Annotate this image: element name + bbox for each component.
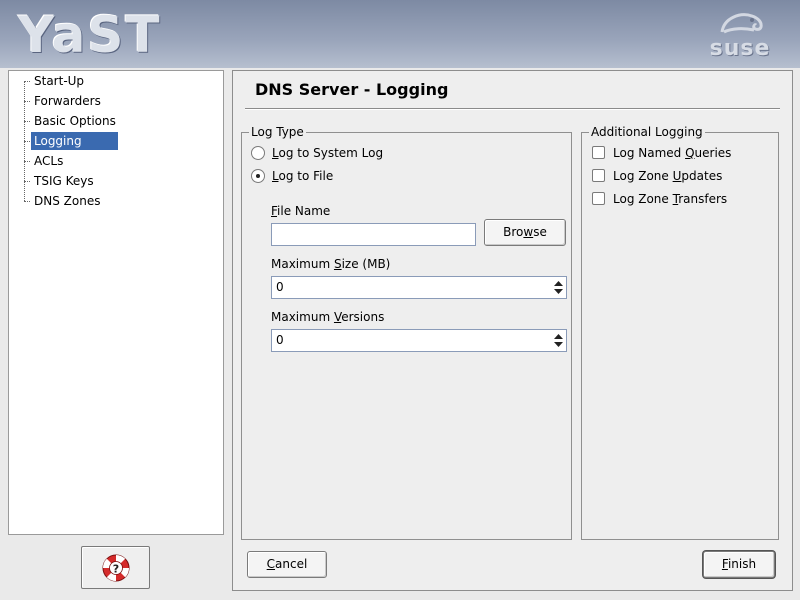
log-to-file-label: Log to File <box>272 169 334 183</box>
tree-branch <box>24 101 30 102</box>
log-zone-transfers-checkbox[interactable]: Log Zone Transfers <box>592 190 772 208</box>
checkbox-indicator <box>592 146 605 159</box>
browse-button[interactable]: Browse <box>484 219 566 246</box>
yast-banner: YaST suse <box>0 0 800 68</box>
checkbox-indicator <box>592 192 605 205</box>
spin-arrows-icon[interactable] <box>553 279 564 296</box>
max-size-label: Maximum Size (MB) <box>271 257 391 271</box>
suse-logo: suse <box>704 8 776 64</box>
navigation-tree[interactable]: Start-Up Forwarders Basic Options Loggin… <box>8 70 224 535</box>
finish-button[interactable]: Finish <box>703 551 775 578</box>
additional-logging-group: Additional Logging Log Named Queries Log… <box>581 125 779 540</box>
cancel-button[interactable]: Cancel <box>247 551 327 578</box>
log-to-file-radio[interactable]: Log to File <box>251 167 451 185</box>
max-versions-label: Maximum Versions <box>271 310 385 324</box>
tree-item-label: ACLs <box>34 154 64 168</box>
max-size-value: 0 <box>276 280 284 294</box>
radio-indicator <box>251 146 265 160</box>
tree-item-label: Start-Up <box>34 74 85 88</box>
tree-item-label: TSIG Keys <box>34 174 94 188</box>
tree-branch <box>24 181 30 182</box>
log-type-legend: Log Type <box>249 125 306 139</box>
log-named-queries-checkbox[interactable]: Log Named Queries <box>592 144 772 162</box>
svg-text:?: ? <box>113 563 119 576</box>
tree-item-label: Forwarders <box>34 94 101 108</box>
max-versions-value: 0 <box>276 333 284 347</box>
log-zone-updates-label: Log Zone Updates <box>613 169 723 183</box>
max-size-spinbox[interactable]: 0 <box>271 276 567 299</box>
tree-item-label: Basic Options <box>34 114 116 128</box>
tree-branch <box>24 81 30 82</box>
file-name-input[interactable] <box>271 223 476 246</box>
yast-logo: YaST <box>18 6 162 64</box>
log-named-queries-label: Log Named Queries <box>613 146 732 160</box>
tree-branch <box>24 121 30 122</box>
tree-branch <box>24 161 30 162</box>
page-title: DNS Server - Logging <box>255 80 449 99</box>
tree-item-logging[interactable]: Logging <box>9 131 225 151</box>
tree-item-tsig-keys[interactable]: TSIG Keys <box>9 171 225 191</box>
radio-indicator <box>251 169 265 183</box>
log-to-system-log-radio[interactable]: Log to System Log <box>251 144 451 162</box>
tree-item-label: Logging <box>31 132 118 150</box>
dns-logging-dialog: DNS Server - Logging Log Type Log to Sys… <box>232 70 793 591</box>
help-lifebuoy-icon: ? <box>102 554 130 582</box>
checkbox-indicator <box>592 169 605 182</box>
log-zone-transfers-label: Log Zone Transfers <box>613 192 728 206</box>
log-to-system-log-label: Log to System Log <box>272 146 384 160</box>
tree-item-forwarders[interactable]: Forwarders <box>9 91 225 111</box>
tree-item-acls[interactable]: ACLs <box>9 151 225 171</box>
tree-item-basic-options[interactable]: Basic Options <box>9 111 225 131</box>
tree-item-label: DNS Zones <box>34 194 101 208</box>
log-zone-updates-checkbox[interactable]: Log Zone Updates <box>592 167 772 185</box>
tree-item-start-up[interactable]: Start-Up <box>9 71 225 91</box>
max-versions-spinbox[interactable]: 0 <box>271 329 567 352</box>
chameleon-icon <box>720 13 763 34</box>
help-button[interactable]: ? <box>81 546 150 589</box>
additional-logging-legend: Additional Logging <box>589 125 705 139</box>
tree-branch <box>24 141 30 142</box>
spin-arrows-icon[interactable] <box>553 332 564 349</box>
log-type-group: Log Type Log to System Log Log to File F… <box>241 125 572 540</box>
file-name-label: File Name <box>271 204 331 218</box>
suse-logo-text: suse <box>709 36 771 61</box>
title-divider <box>245 108 780 110</box>
tree-item-dns-zones[interactable]: DNS Zones <box>9 191 225 211</box>
tree-branch <box>24 201 30 202</box>
